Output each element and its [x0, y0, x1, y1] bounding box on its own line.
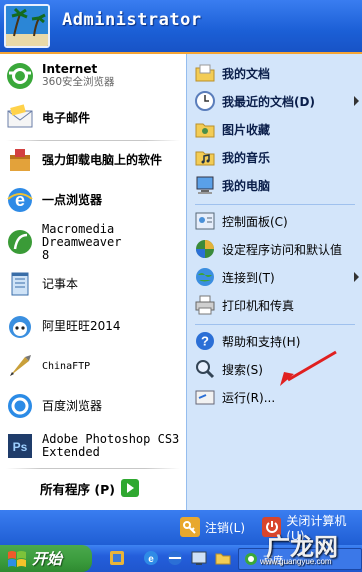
start-button[interactable]: 开始	[0, 545, 92, 572]
recent-item-browser[interactable]: e 一点浏览器	[4, 182, 184, 218]
my-pictures-icon	[193, 117, 217, 141]
my-music-icon	[193, 145, 217, 169]
ie-browser-icon: e	[4, 184, 36, 216]
recent-item-baidu[interactable]: 百度浏览器	[4, 388, 184, 424]
quicklaunch-browser-icon[interactable]	[166, 549, 184, 567]
control-panel-label: 控制面板(C)	[222, 214, 288, 229]
all-programs-button[interactable]: 所有程序 (P)	[0, 468, 186, 508]
recent-item-dreamweaver[interactable]: Macromedia Dreamweaver 8	[4, 221, 184, 262]
control-panel-icon	[193, 209, 217, 233]
recent-aliwangwang-label: 阿里旺旺2014	[42, 318, 121, 333]
my-computer-label: 我的电脑	[222, 178, 271, 193]
places-item-control-panel[interactable]: 控制面板(C)	[193, 208, 361, 234]
recent-baidu-label: 百度浏览器	[42, 398, 103, 413]
recent-photoshop-line1: Adobe Photoshop CS3	[42, 432, 180, 446]
run-label: 运行(R)...	[222, 390, 276, 405]
start-label: 开始	[32, 550, 63, 568]
my-pictures-label: 图片收藏	[222, 122, 271, 137]
connect-to-icon	[193, 265, 217, 289]
program-defaults-icon	[193, 237, 217, 261]
recent-dreamweaver-line2: 8	[42, 247, 50, 262]
baidu-browser-icon	[4, 390, 36, 422]
pinned-item-email[interactable]: 电子邮件	[4, 100, 184, 136]
run-icon	[193, 385, 217, 409]
aliwangwang-icon	[4, 310, 36, 342]
printers-label: 打印机和传真	[222, 298, 295, 313]
my-documents-label: 我的文档	[222, 66, 271, 81]
recent-docs-icon	[193, 89, 217, 113]
svg-text:?: ?	[201, 334, 209, 349]
recent-browser-label: 一点浏览器	[42, 192, 103, 207]
help-label: 帮助和支持(H)	[222, 334, 301, 349]
browser-task-icon	[245, 553, 257, 565]
places-item-my-music[interactable]: 我的音乐	[193, 144, 361, 170]
my-documents-icon	[193, 61, 217, 85]
logoff-button[interactable]: 注销(L)	[180, 516, 245, 538]
submenu-arrow-icon	[354, 96, 359, 106]
program-defaults-label: 设定程序访问和默认值	[222, 242, 343, 257]
quicklaunch-desktop-icon[interactable]	[190, 549, 208, 567]
pinned-email-label: 电子邮件	[42, 110, 91, 125]
browser-360-icon	[4, 60, 36, 92]
key-icon	[180, 517, 200, 537]
ftp-icon	[4, 350, 36, 382]
divider	[195, 204, 355, 205]
recent-photoshop-line2: Extended	[42, 445, 100, 459]
svg-text:Ps: Ps	[13, 440, 28, 454]
pinned-item-internet[interactable]: Internet 360安全浏览器	[4, 58, 184, 94]
divider	[6, 140, 180, 141]
quicklaunch-ie-icon[interactable]: e	[142, 549, 160, 567]
email-icon	[4, 102, 36, 134]
places-item-my-pictures[interactable]: 图片收藏	[193, 116, 361, 142]
arrow-right-icon	[120, 479, 139, 497]
connect-to-label: 连接到(T)	[222, 270, 275, 285]
help-icon: ?	[193, 329, 217, 353]
photoshop-icon: Ps	[4, 430, 36, 462]
divider	[195, 324, 355, 325]
printer-icon	[193, 293, 217, 317]
recent-dreamweaver-line1: Macromedia Dreamweaver	[42, 221, 122, 249]
my-music-label: 我的音乐	[222, 150, 271, 165]
username: Administrator	[62, 10, 202, 30]
annotation-arrow-icon	[280, 350, 337, 386]
programs-pane: Internet 360安全浏览器 电子邮件 强力卸载电脑上的软件 e 一点浏览器	[0, 54, 186, 510]
places-item-connect-to[interactable]: 连接到(T)	[193, 264, 361, 290]
quicklaunch-explorer-icon[interactable]	[214, 549, 232, 567]
places-item-program-defaults[interactable]: 设定程序访问和默认值	[193, 236, 361, 262]
watermark-url: www.guangyue.com	[260, 557, 332, 566]
recent-item-uninstall[interactable]: 强力卸载电脑上的软件	[4, 142, 184, 178]
search-label: 搜索(S)	[222, 362, 263, 377]
recent-item-notepad[interactable]: 记事本	[4, 266, 184, 302]
windows-logo-icon	[8, 550, 26, 567]
pinned-internet-title: Internet	[42, 62, 98, 76]
svg-text:e: e	[148, 554, 154, 565]
quicklaunch-app-icon[interactable]	[108, 549, 126, 567]
uninstall-icon	[4, 144, 36, 176]
recent-notepad-label: 记事本	[42, 276, 79, 291]
all-programs-label: 所有程序 (P)	[40, 481, 115, 497]
places-item-recent-documents[interactable]: 我最近的文档(D)	[193, 88, 361, 114]
search-icon	[193, 357, 217, 381]
user-avatar[interactable]	[4, 4, 50, 48]
recent-item-chinaftp[interactable]: ChinaFTP	[4, 348, 184, 384]
places-item-my-computer[interactable]: 我的电脑	[193, 172, 361, 198]
start-menu-header: Administrator	[0, 0, 362, 54]
pinned-internet-subtitle: 360安全浏览器	[42, 76, 115, 88]
places-pane: 我的文档 我最近的文档(D) 图片收藏 我的音乐 我的电脑 控制面板(C) 设定…	[186, 54, 362, 510]
submenu-arrow-icon	[354, 272, 359, 282]
dreamweaver-icon	[4, 226, 36, 258]
places-item-printers[interactable]: 打印机和传真	[193, 292, 361, 318]
recent-documents-label: 我最近的文档(D)	[222, 94, 315, 109]
recent-item-photoshop[interactable]: Ps Adobe Photoshop CS3 Extended	[4, 428, 184, 464]
recent-item-aliwangwang[interactable]: 阿里旺旺2014	[4, 308, 184, 344]
watermark: 广龙网 www.guangyue.com	[260, 527, 338, 566]
logoff-label: 注销(L)	[205, 520, 246, 535]
start-menu: Administrator Internet 360安全浏览器 电子邮件 强力卸载…	[0, 0, 362, 545]
recent-chinaftp-label: ChinaFTP	[42, 361, 91, 372]
recent-uninstall-label: 强力卸载电脑上的软件	[42, 152, 163, 167]
my-computer-icon	[193, 173, 217, 197]
notepad-icon	[4, 268, 36, 300]
places-item-my-documents[interactable]: 我的文档	[193, 60, 361, 86]
